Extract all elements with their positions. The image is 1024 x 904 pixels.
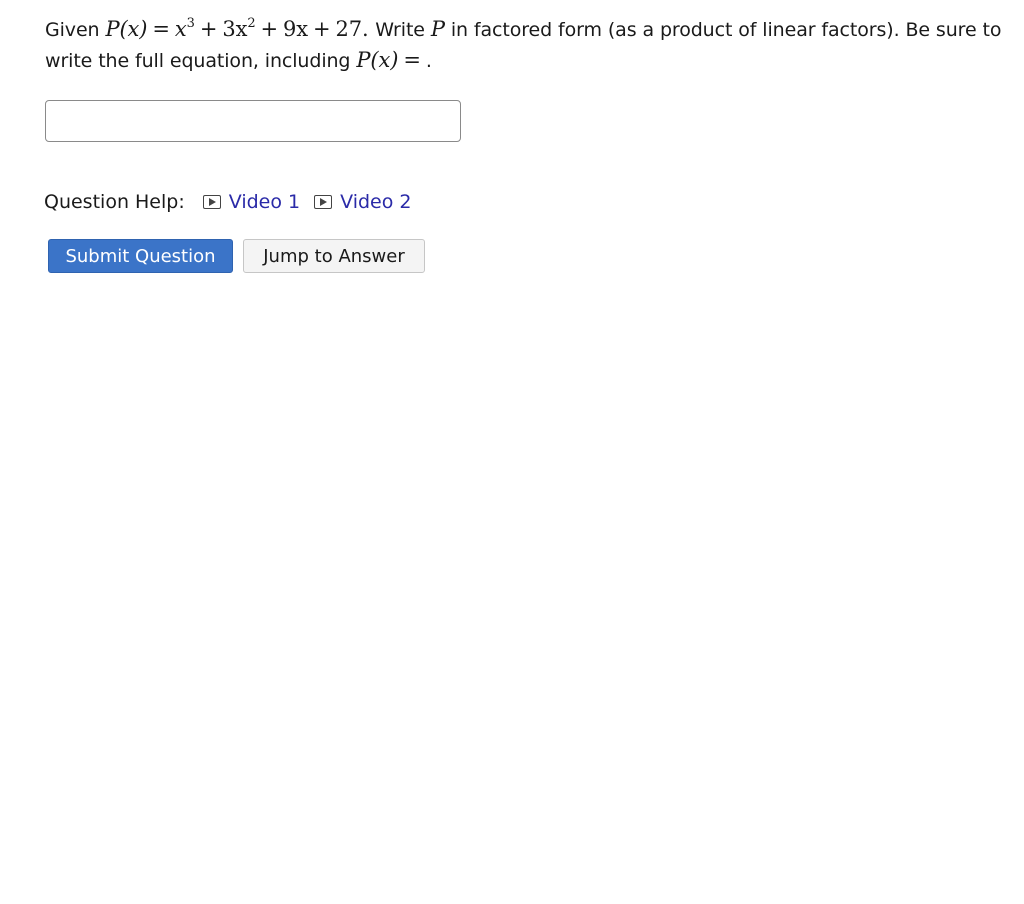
play-icon	[202, 195, 221, 209]
answer-input[interactable]	[45, 100, 461, 142]
question-help-label: Question Help:	[44, 191, 185, 213]
jump-to-answer-button[interactable]: Jump to Answer	[243, 239, 425, 273]
exponent-3: 3	[186, 16, 195, 31]
polynomial-expression: P(x) = x3 +3x2 +9x +27.	[105, 17, 375, 41]
video-1-label: Video 1	[228, 191, 301, 213]
plus-sign: +	[313, 17, 331, 41]
video-2-link[interactable]: Video 2	[314, 188, 412, 216]
plus-sign: +	[260, 17, 279, 41]
variable-p: P	[430, 17, 445, 41]
exponent-2: 2	[247, 16, 256, 31]
question-help: Question Help: Video 1 Video 2	[44, 188, 426, 216]
term-9x: 9x	[283, 17, 309, 41]
given-label: Given	[45, 19, 100, 41]
video-2-label: Video 2	[340, 191, 412, 213]
play-icon	[314, 195, 333, 209]
write-label: Write	[375, 19, 425, 41]
equals-sign: =	[152, 17, 170, 41]
period: .	[425, 50, 432, 72]
term-27: 27.	[335, 17, 369, 41]
question-text: Given P(x) = x3 +3x2 +9x +27. Write P in fact…	[45, 14, 1005, 76]
term-x: x	[174, 17, 187, 41]
function-name: P(x)	[105, 17, 148, 41]
submit-question-button[interactable]: Submit Question	[48, 239, 233, 273]
plus-sign: +	[199, 17, 218, 41]
function-lhs: P(x) =	[356, 48, 421, 72]
term-3x: 3x	[222, 17, 248, 41]
video-1-link[interactable]: Video 1	[202, 188, 301, 216]
